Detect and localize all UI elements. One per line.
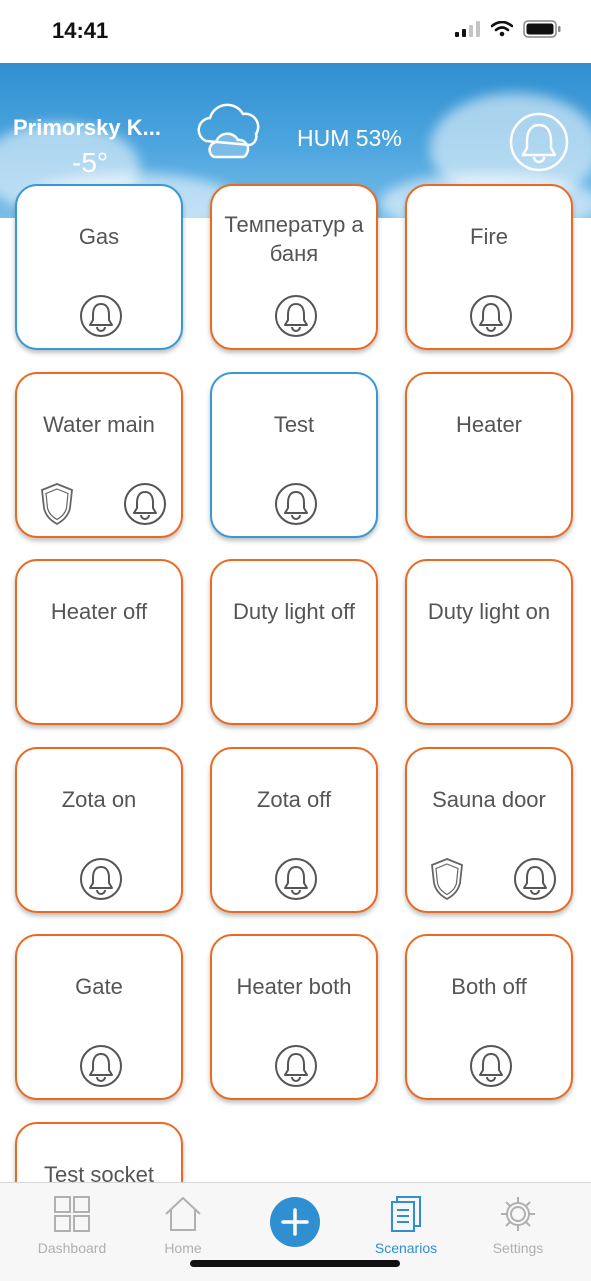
scenario-card[interactable]: Sauna door: [405, 747, 573, 913]
scenario-card[interactable]: Температур а баня: [210, 184, 378, 350]
scenario-card[interactable]: Heater: [405, 372, 573, 538]
bell-icon[interactable]: [79, 1044, 123, 1088]
scenario-label: Heater off: [50, 599, 148, 624]
scenario-card[interactable]: Water main: [15, 372, 183, 538]
scenarios-icon: [391, 1196, 421, 1232]
tab-home-label: Home: [164, 1240, 202, 1256]
plus-icon: [281, 1208, 309, 1236]
shield-icon[interactable]: [39, 482, 75, 526]
gear-icon: [501, 1197, 535, 1231]
bell-icon[interactable]: [513, 857, 557, 901]
bell-icon[interactable]: [274, 482, 318, 526]
tab-home[interactable]: Home: [128, 1195, 238, 1256]
tab-dashboard[interactable]: Dashboard: [17, 1195, 127, 1256]
scenario-label: Fire: [470, 224, 508, 249]
scenario-card[interactable]: Both off: [405, 934, 573, 1100]
scenario-card[interactable]: Gate: [15, 934, 183, 1100]
bell-icon[interactable]: [79, 294, 123, 338]
home-icon: [165, 1197, 201, 1231]
scenario-grid: Gas Температур а баня Fire Water main Test He…: [0, 0, 591, 1182]
scenario-card[interactable]: Heater off: [15, 559, 183, 725]
scenario-label: Gas: [78, 224, 120, 249]
scenario-card[interactable]: Zota off: [210, 747, 378, 913]
scenario-label: Gate: [75, 974, 123, 999]
tab-scenarios-label: Scenarios: [374, 1240, 438, 1256]
scenario-label: Heater both: [236, 974, 352, 999]
bell-icon[interactable]: [469, 294, 513, 338]
scenario-card[interactable]: Fire: [405, 184, 573, 350]
scenario-label: Water main: [43, 412, 155, 437]
tab-dashboard-label: Dashboard: [37, 1240, 107, 1256]
tab-scenarios[interactable]: Scenarios: [351, 1195, 461, 1256]
scenario-label: Both off: [451, 974, 527, 999]
home-indicator: [190, 1260, 400, 1267]
scenario-label: Heater: [455, 412, 523, 437]
bell-icon[interactable]: [274, 1044, 318, 1088]
scenario-card[interactable]: Test socket: [15, 1122, 183, 1182]
scenario-label: Zota off: [256, 787, 332, 812]
bell-icon[interactable]: [469, 1044, 513, 1088]
scenario-label: Температур а баня: [224, 212, 364, 266]
scenario-label: Duty light on: [427, 599, 551, 624]
bell-icon[interactable]: [274, 294, 318, 338]
scenario-card[interactable]: Heater both: [210, 934, 378, 1100]
add-scenario-button[interactable]: [270, 1197, 320, 1247]
scenario-label: Duty light off: [233, 599, 355, 624]
bell-icon[interactable]: [79, 857, 123, 901]
scenario-card[interactable]: Test: [210, 372, 378, 538]
dashboard-icon: [54, 1196, 90, 1232]
scenario-label: Zota on: [61, 787, 137, 812]
scenario-label: Sauna door: [432, 787, 546, 812]
bell-icon[interactable]: [274, 857, 318, 901]
scenario-card[interactable]: Duty light on: [405, 559, 573, 725]
scenario-card[interactable]: Zota on: [15, 747, 183, 913]
scenario-card[interactable]: Gas: [15, 184, 183, 350]
scenario-card[interactable]: Duty light off: [210, 559, 378, 725]
scenario-label: Test: [273, 412, 315, 437]
shield-icon[interactable]: [429, 857, 465, 901]
tab-settings[interactable]: Settings: [463, 1195, 573, 1256]
bell-icon[interactable]: [123, 482, 167, 526]
tab-settings-label: Settings: [492, 1240, 544, 1256]
scenario-label: Test socket: [43, 1162, 155, 1182]
